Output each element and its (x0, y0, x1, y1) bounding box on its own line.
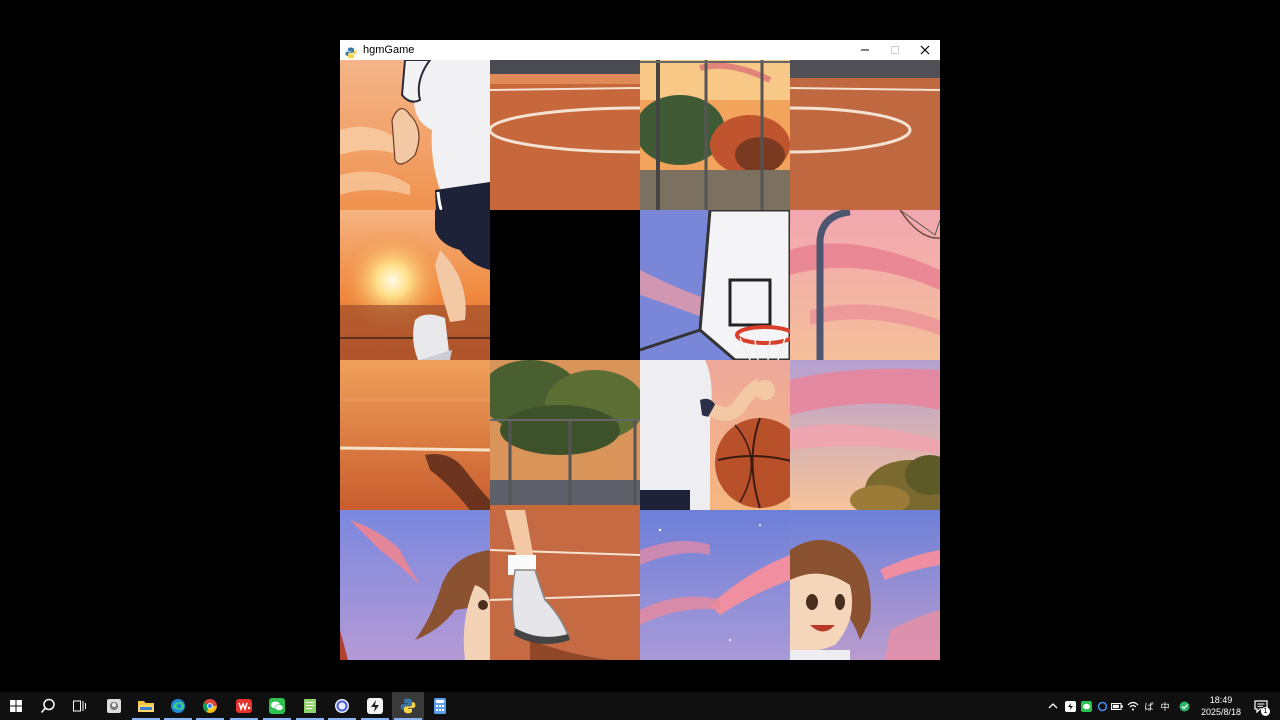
window-title: hgmGame (363, 44, 415, 56)
search-icon (40, 698, 55, 714)
minimize-button[interactable] (850, 40, 880, 60)
taskbar-calculator[interactable] (424, 692, 456, 720)
photo-viewer-icon (107, 699, 121, 713)
tray-wechat[interactable] (1080, 700, 1092, 712)
wifi-icon (1127, 701, 1139, 711)
volume-icon: ぱ (1144, 702, 1154, 713)
browser-icon (335, 699, 349, 713)
puzzle-empty-slot[interactable] (490, 210, 640, 360)
puzzle-tile-pink-clouds-bushes[interactable] (790, 360, 940, 510)
title-bar[interactable]: hgmGame (340, 40, 940, 60)
wechat-tray-icon (1080, 700, 1092, 712)
maximize-button[interactable] (880, 40, 910, 60)
taskbar-notepad[interactable] (294, 692, 326, 720)
tray-wifi[interactable] (1127, 700, 1139, 712)
close-icon (920, 45, 930, 55)
puzzle-tile-fence-trees[interactable] (640, 60, 790, 210)
clock-date: 2025/8/18 (1200, 707, 1242, 717)
tray-ime[interactable]: 中 (1159, 700, 1171, 713)
task-view-icon (73, 700, 86, 712)
tray-volume[interactable]: ぱ (1143, 700, 1155, 713)
edge-icon (171, 699, 185, 713)
action-center-button[interactable] (1250, 692, 1272, 720)
puzzle-tile-sneaker[interactable] (490, 510, 640, 660)
taskbar-browser[interactable] (326, 692, 358, 720)
tray-security[interactable] (1178, 700, 1190, 712)
puzzle-board[interactable] (340, 60, 940, 660)
tray-sync[interactable] (1096, 700, 1108, 712)
taskbar-photo-viewer[interactable] (98, 692, 130, 720)
ime-indicator: 中 (1160, 702, 1170, 713)
puzzle-tile-sun-leg[interactable] (340, 210, 490, 360)
taskbar-edge[interactable] (162, 692, 194, 720)
wechat-icon (269, 698, 285, 714)
puzzle-tile-backboard[interactable] (640, 210, 790, 360)
puzzle-tile-trees-fence[interactable] (490, 360, 640, 510)
taskbar: ぱ 中 18:49 2025/8/18 1 (0, 692, 1280, 720)
system-clock[interactable]: 18:49 2025/8/18 (1196, 694, 1246, 718)
calculator-icon (434, 698, 446, 714)
chevron-up-icon (1048, 703, 1058, 709)
tray-app-icon[interactable] (1064, 700, 1076, 712)
file-explorer-icon (138, 701, 154, 712)
sync-icon (1097, 701, 1107, 711)
chrome-icon (202, 699, 217, 713)
start-button[interactable] (0, 692, 32, 720)
notepad-icon (304, 699, 316, 713)
puzzle-tile-court-right[interactable] (790, 60, 940, 210)
app-tray-icon (1064, 700, 1076, 712)
puzzle-tile-girl-hair[interactable] (340, 510, 490, 660)
close-button[interactable] (910, 40, 940, 60)
puzzle-tile-dribbling-arm[interactable] (640, 360, 790, 510)
task-view-button[interactable] (64, 692, 96, 720)
taskbar-python-game[interactable] (392, 692, 424, 720)
wps-icon (236, 699, 252, 713)
battery-icon (1111, 702, 1123, 710)
shield-icon (1179, 701, 1189, 711)
maximize-icon (891, 46, 899, 54)
taskbar-app[interactable] (359, 692, 391, 720)
puzzle-tile-girl-face[interactable] (790, 510, 940, 660)
python-icon (345, 44, 357, 59)
puzzle-tile-court-shadow[interactable] (340, 360, 490, 510)
clock-time: 18:49 (1209, 695, 1233, 705)
puzzle-tile-girl-torso[interactable] (340, 60, 490, 210)
tray-overflow-chevron[interactable] (1047, 700, 1059, 712)
taskbar-wps[interactable] (228, 692, 260, 720)
puzzle-tile-twilight-sky[interactable] (640, 510, 790, 660)
python-game-icon (400, 698, 416, 714)
search-button[interactable] (32, 692, 64, 720)
puzzle-tile-court-left[interactable] (490, 60, 640, 210)
taskbar-wechat[interactable] (261, 692, 293, 720)
taskbar-chrome[interactable] (194, 692, 226, 720)
notification-badge: 1 (1261, 707, 1270, 716)
minimize-icon (861, 49, 869, 51)
game-window[interactable]: hgmGame (340, 40, 940, 660)
taskbar-file-explorer[interactable] (130, 692, 162, 720)
windows-start-icon (10, 700, 22, 712)
tray-battery[interactable] (1111, 700, 1123, 712)
puzzle-tile-hoop-pole[interactable] (790, 210, 940, 360)
app-icon (367, 698, 383, 714)
